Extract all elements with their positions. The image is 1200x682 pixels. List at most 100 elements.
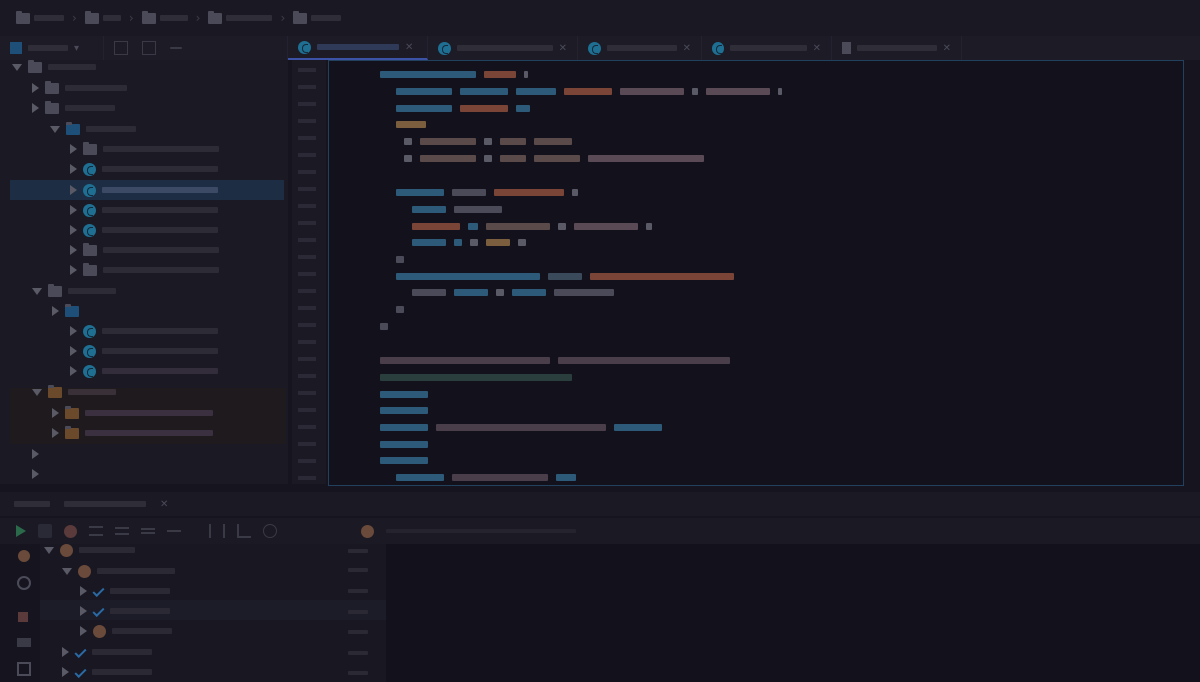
breadcrumb-item[interactable] (84, 10, 121, 26)
code-line (404, 155, 704, 162)
branch-icon[interactable] (237, 524, 251, 538)
tree-item-label (86, 126, 136, 132)
editor-tab[interactable]: ✕ (702, 36, 832, 60)
tree-item[interactable] (70, 159, 218, 179)
expand-icon[interactable] (50, 125, 60, 133)
tree-item[interactable] (32, 464, 39, 484)
run-config-tab[interactable] (64, 501, 146, 507)
editor-tab[interactable]: ✕ (288, 36, 428, 60)
tree-item[interactable] (32, 98, 115, 118)
expand-icon[interactable] (32, 103, 39, 113)
expand-icon[interactable] (32, 449, 39, 459)
breadcrumb-item[interactable] (16, 10, 64, 26)
editor-tab[interactable]: ✕ (578, 36, 702, 60)
close-icon[interactable]: ✕ (405, 42, 413, 53)
expand-icon[interactable] (44, 546, 54, 554)
expand-icon[interactable] (32, 469, 39, 479)
clock-icon[interactable] (263, 524, 277, 538)
expand-icon[interactable] (80, 626, 87, 636)
console-output[interactable] (386, 544, 1200, 682)
tree-item[interactable] (32, 78, 127, 98)
expand-icon[interactable] (62, 647, 69, 657)
expand-icon[interactable] (80, 586, 87, 596)
tab-label (456, 45, 553, 51)
tree-item[interactable] (52, 403, 213, 423)
test-item[interactable] (62, 642, 152, 662)
tree-item[interactable] (70, 240, 219, 260)
tree-item[interactable] (70, 361, 218, 381)
close-icon[interactable]: ✕ (160, 499, 168, 510)
list-icon[interactable] (89, 526, 103, 536)
breadcrumb-item[interactable] (208, 10, 273, 26)
expand-icon[interactable] (70, 144, 77, 154)
toggle-icon[interactable] (17, 576, 31, 590)
layout-icon[interactable] (17, 638, 31, 647)
tree-item[interactable] (70, 321, 218, 341)
close-icon[interactable]: ✕ (943, 43, 951, 54)
stop-icon[interactable] (64, 524, 77, 538)
expand-icon[interactable] (32, 83, 39, 93)
test-item[interactable] (44, 540, 135, 560)
expand-icon[interactable] (70, 164, 77, 174)
tree-item[interactable] (52, 423, 213, 443)
collapse-icon[interactable] (141, 528, 155, 534)
stop-icon[interactable] (18, 612, 28, 622)
expand-icon[interactable] (62, 567, 72, 575)
minus-icon[interactable] (167, 530, 181, 532)
expand-icon[interactable] (80, 606, 87, 616)
breadcrumb-item[interactable] (293, 10, 342, 26)
test-item[interactable] (80, 621, 172, 641)
expand-icon[interactable] (70, 366, 77, 376)
expand-icon[interactable] (12, 63, 22, 71)
test-item[interactable] (80, 581, 170, 601)
close-icon[interactable]: ✕ (559, 43, 567, 54)
expand-icon[interactable] (52, 306, 59, 316)
collapse-all-icon[interactable] (142, 41, 156, 55)
rerun-icon[interactable] (18, 550, 30, 562)
expand-icon[interactable] (70, 245, 77, 255)
breadcrumb-label (102, 15, 121, 21)
tree-item[interactable] (50, 119, 136, 139)
check-icon[interactable] (38, 524, 52, 538)
tree-item[interactable] (32, 382, 116, 402)
tree-item[interactable] (70, 341, 218, 361)
expand-icon[interactable] (70, 205, 77, 215)
tree-item-selected[interactable] (70, 180, 218, 200)
test-item[interactable] (62, 662, 152, 682)
tree-item[interactable] (70, 200, 218, 220)
run-icon[interactable] (16, 525, 26, 537)
tree-item[interactable] (32, 281, 116, 301)
class-icon (83, 364, 96, 378)
tree-item[interactable] (70, 220, 218, 240)
tree-item[interactable] (32, 444, 39, 464)
close-icon[interactable]: ✕ (683, 43, 691, 54)
editor-tab[interactable]: ✕ (428, 36, 578, 60)
expand-icon[interactable] (32, 388, 42, 396)
expand-icon[interactable] (52, 408, 59, 418)
expand-icon[interactable] (70, 185, 77, 195)
expand-icon[interactable] (70, 265, 77, 275)
minimize-icon[interactable] (170, 47, 182, 49)
test-item[interactable] (80, 601, 170, 621)
locate-icon[interactable] (114, 41, 128, 55)
expand-icon[interactable] (70, 346, 77, 356)
editor-tab[interactable]: ✕ (832, 36, 962, 60)
tree-item[interactable] (70, 139, 219, 159)
tree-item[interactable] (12, 57, 96, 77)
close-icon[interactable]: ✕ (813, 43, 821, 54)
code-editor[interactable] (328, 60, 1184, 486)
pin-icon[interactable] (17, 662, 31, 676)
breadcrumb-item[interactable] (141, 10, 188, 26)
expand-icon[interactable] (62, 667, 69, 677)
expand-icon[interactable] (70, 225, 77, 235)
tree-item[interactable] (70, 260, 219, 280)
folder-icon (83, 262, 97, 276)
expand-icon[interactable] (32, 287, 42, 295)
folder-icon (65, 405, 79, 419)
expand-icon[interactable] (70, 326, 77, 336)
list-icon[interactable] (115, 527, 129, 535)
expand-icon[interactable] (52, 428, 59, 438)
test-item[interactable] (62, 561, 175, 581)
code-line (380, 391, 428, 398)
tree-item[interactable] (52, 301, 79, 321)
